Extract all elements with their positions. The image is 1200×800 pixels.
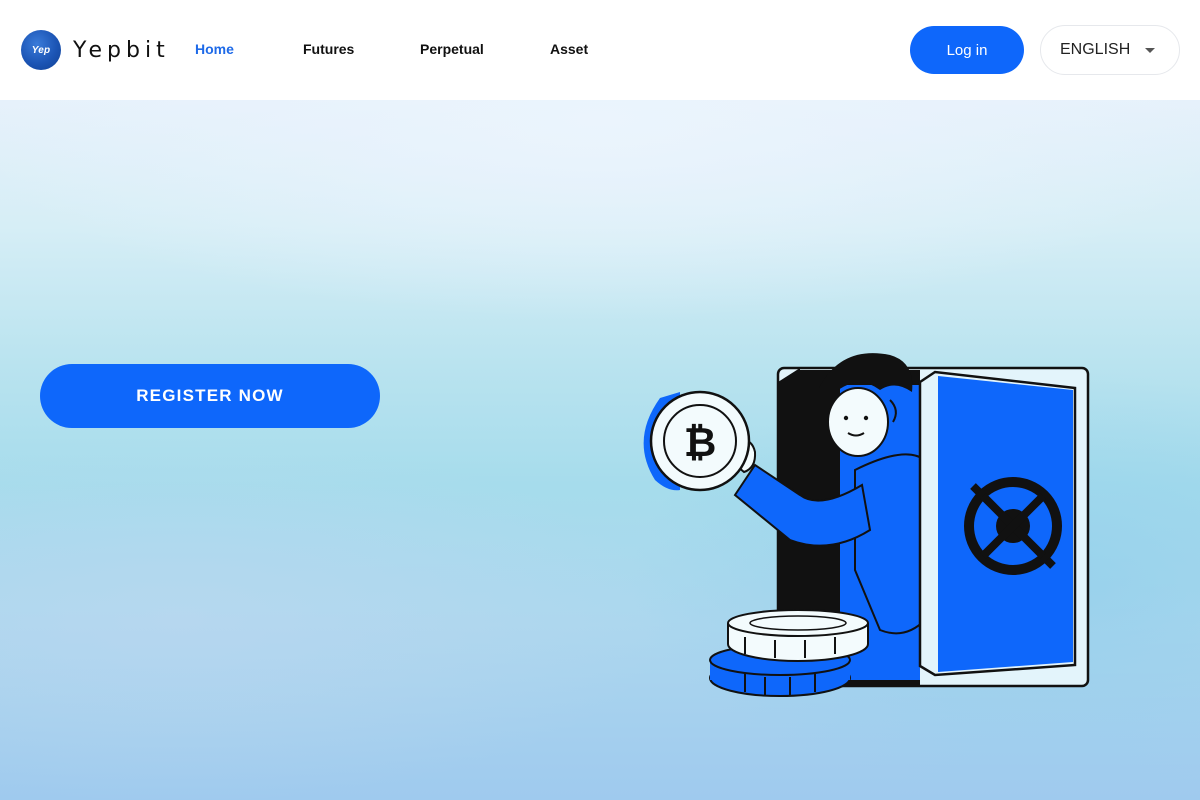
chevron-down-icon [1145,48,1155,53]
logo-badge-icon: Yep [21,30,61,70]
svg-text:₿: ₿ [684,420,717,466]
language-select[interactable]: ENGLISH [1040,25,1180,75]
top-header: Yep Yepbit Home Futures Perpetual Asset … [0,0,1200,100]
logo-badge-text: Yep [31,44,51,56]
brand-name: Yepbit [73,37,170,63]
nav-item-home[interactable]: Home [195,41,234,57]
login-button[interactable]: Log in [910,26,1024,74]
nav-item-perpetual[interactable]: Perpetual [420,41,484,57]
hero-section: REGISTER NOW ₿ [0,100,1200,800]
brand-logo[interactable]: Yep Yepbit [21,30,170,70]
bitcoin-safe-illustration: ₿ [643,353,1090,697]
register-now-button[interactable]: REGISTER NOW [40,364,380,428]
nav-item-asset[interactable]: Asset [550,41,588,57]
language-selected-value: ENGLISH [1060,41,1131,58]
nav-item-futures[interactable]: Futures [303,41,354,57]
